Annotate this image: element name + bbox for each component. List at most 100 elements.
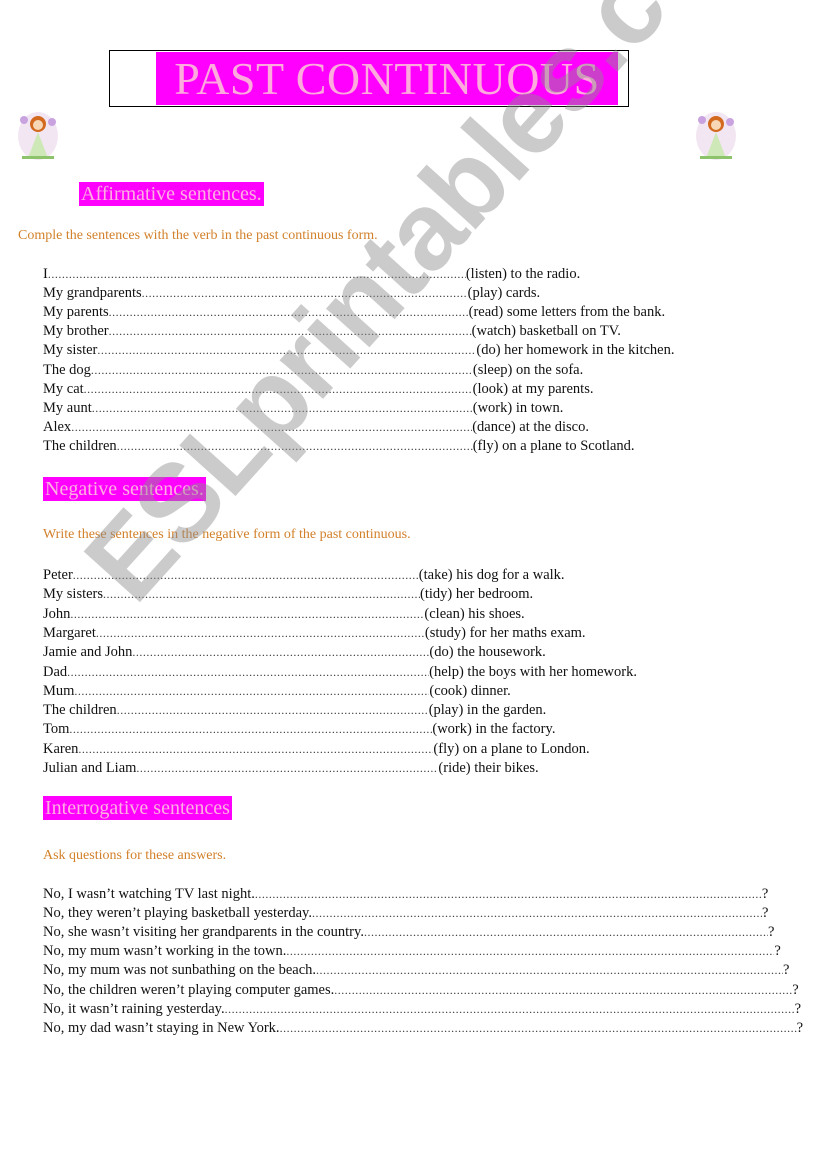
interrogative-item: No, I wasn’t watching TV last night.....…: [43, 885, 768, 904]
negative-item: The children............................…: [43, 701, 546, 720]
negative-item-text: Jamie and John: [43, 644, 133, 661]
affirmative-item-text: My aunt: [43, 399, 92, 416]
affirmative-item: My aunt.................................…: [43, 399, 563, 418]
interrogative-item: No, it wasn’t raining yesterday.........…: [43, 1000, 801, 1019]
negative-item-text: John: [43, 605, 71, 622]
interrogative-item-cue: ?: [761, 905, 769, 922]
answer-blank[interactable]: ........................................…: [334, 981, 792, 1000]
answer-blank[interactable]: ........................................…: [117, 701, 429, 720]
answer-blank[interactable]: ........................................…: [78, 740, 433, 759]
answer-blank[interactable]: ........................................…: [364, 923, 768, 942]
answer-blank[interactable]: ........................................…: [142, 284, 468, 303]
affirmative-item: The children............................…: [43, 437, 635, 456]
affirmative-item-cue: (sleep) on the sofa.: [472, 361, 584, 378]
negative-item: Julian and Liam.........................…: [43, 759, 539, 778]
answer-blank[interactable]: ........................................…: [91, 361, 473, 380]
negative-item: Dad.....................................…: [43, 663, 637, 682]
negative-item-text: Tom: [43, 721, 70, 738]
interrogative-item: No, they weren’t playing basketball yest…: [43, 904, 768, 923]
affirmative-item-cue: (listen) to the radio.: [465, 266, 581, 282]
interrogative-item-text: No, my mum wasn’t working in the town.: [43, 943, 287, 960]
answer-blank[interactable]: ........................................…: [109, 303, 469, 322]
affirmative-item-cue: (play) cards.: [467, 285, 541, 302]
affirmative-item-cue: (work) in town.: [472, 399, 564, 416]
interrogative-item-cue: ?: [774, 943, 781, 960]
answer-blank[interactable]: ........................................…: [136, 759, 438, 778]
answer-blank[interactable]: ........................................…: [71, 418, 472, 437]
interrogative-instruction: Ask questions for these answers.: [43, 848, 227, 863]
interrogative-item: No, my mum wasn’t working in the town...…: [43, 942, 781, 961]
affirmative-item-text: The children: [43, 437, 117, 454]
negative-item-cue: (work) in the factory.: [432, 721, 556, 738]
affirmative-heading: Affirmative sentences.: [79, 182, 264, 206]
negative-instruction: Write these sentences in the negative fo…: [43, 527, 411, 542]
affirmative-item: My parents..............................…: [43, 303, 665, 322]
negative-item: Jamie and John..........................…: [43, 643, 546, 662]
negative-item-text: Dad: [43, 663, 68, 680]
affirmative-item-text: The dog: [43, 361, 91, 378]
fairy-illustration-right: [696, 112, 736, 160]
interrogative-item: No, my mum was not sunbathing on the bea…: [43, 961, 789, 980]
affirmative-item-cue: (watch) basketball on TV.: [471, 323, 621, 340]
interrogative-item: No, the children weren’t playing compute…: [43, 981, 799, 1000]
answer-blank[interactable]: ........................................…: [280, 1019, 797, 1038]
negative-item-text: Mum: [43, 682, 75, 699]
negative-item-cue: (do) the housework.: [429, 644, 546, 661]
answer-blank[interactable]: ........................................…: [255, 885, 762, 904]
answer-blank[interactable]: ........................................…: [73, 566, 419, 585]
interrogative-item-text: No, she wasn’t visiting her grandparents…: [43, 924, 364, 941]
negative-item: Karen...................................…: [43, 740, 590, 759]
negative-item-cue: (clean) his shoes.: [424, 605, 525, 622]
answer-blank[interactable]: ........................................…: [132, 643, 429, 662]
negative-item-cue: (fly) on a plane to London.: [433, 740, 590, 757]
negative-item: Margaret................................…: [43, 624, 586, 643]
negative-item: Tom.....................................…: [43, 720, 555, 739]
affirmative-item: My grandparents.........................…: [43, 284, 540, 303]
fairy-illustration-left: [18, 112, 58, 160]
page-title: PAST CONTINUOUS: [156, 52, 618, 105]
answer-blank[interactable]: ........................................…: [69, 720, 432, 739]
negative-item-cue: (take) his dog for a walk.: [418, 567, 565, 583]
negative-item: My sisters..............................…: [43, 585, 533, 604]
negative-item-cue: (help) the boys with her homework.: [429, 663, 637, 680]
affirmative-item-text: My sister: [43, 342, 98, 359]
interrogative-item-cue: ?: [783, 962, 790, 979]
answer-blank[interactable]: ........................................…: [92, 399, 473, 418]
answer-blank[interactable]: ........................................…: [109, 322, 472, 341]
interrogative-item-text: No, it wasn’t raining yesterday.: [43, 1000, 225, 1017]
negative-item-text: Julian and Liam: [43, 760, 137, 776]
affirmative-item-text: My cat: [43, 380, 84, 397]
negative-item-cue: (tidy) her bedroom.: [420, 586, 534, 603]
negative-item: John....................................…: [43, 605, 525, 624]
answer-blank[interactable]: ........................................…: [103, 585, 420, 604]
answer-blank[interactable]: ........................................…: [96, 624, 425, 643]
answer-blank[interactable]: ........................................…: [312, 904, 762, 923]
affirmative-item-text: My brother: [43, 323, 109, 340]
answer-blank[interactable]: ........................................…: [70, 605, 424, 624]
interrogative-item-cue: ?: [794, 1000, 802, 1017]
answer-blank[interactable]: ........................................…: [225, 1000, 795, 1019]
answer-blank[interactable]: ........................................…: [316, 961, 783, 980]
title-box: PAST CONTINUOUS: [109, 50, 629, 107]
negative-item-text: Karen: [43, 740, 79, 757]
answer-blank[interactable]: ........................................…: [117, 437, 473, 456]
answer-blank[interactable]: ........................................…: [286, 942, 774, 961]
interrogative-item-cue: ?: [761, 886, 769, 902]
answer-blank[interactable]: ........................................…: [67, 663, 429, 682]
affirmative-instruction: Comple the sentences with the verb in th…: [18, 228, 378, 243]
affirmative-item: The dog.................................…: [43, 361, 583, 380]
affirmative-item-cue: (fly) on a plane to Scotland.: [472, 437, 635, 454]
answer-blank[interactable]: ........................................…: [74, 682, 429, 701]
affirmative-item: My cat..................................…: [43, 380, 593, 399]
answer-blank[interactable]: ........................................…: [48, 265, 466, 284]
negative-item-text: Peter: [43, 567, 73, 583]
answer-blank[interactable]: ........................................…: [97, 341, 476, 360]
interrogative-heading: Interrogative sentences: [43, 796, 232, 820]
answer-blank[interactable]: ........................................…: [84, 380, 473, 399]
negative-item-cue: (study) for her maths exam.: [424, 624, 586, 641]
interrogative-item-cue: ?: [796, 1019, 803, 1036]
affirmative-item-text: My grandparents: [43, 285, 142, 302]
affirmative-item: My sister...............................…: [43, 341, 674, 360]
affirmative-item: I.......................................…: [43, 265, 580, 284]
negative-heading: Negative sentences.: [43, 477, 206, 501]
